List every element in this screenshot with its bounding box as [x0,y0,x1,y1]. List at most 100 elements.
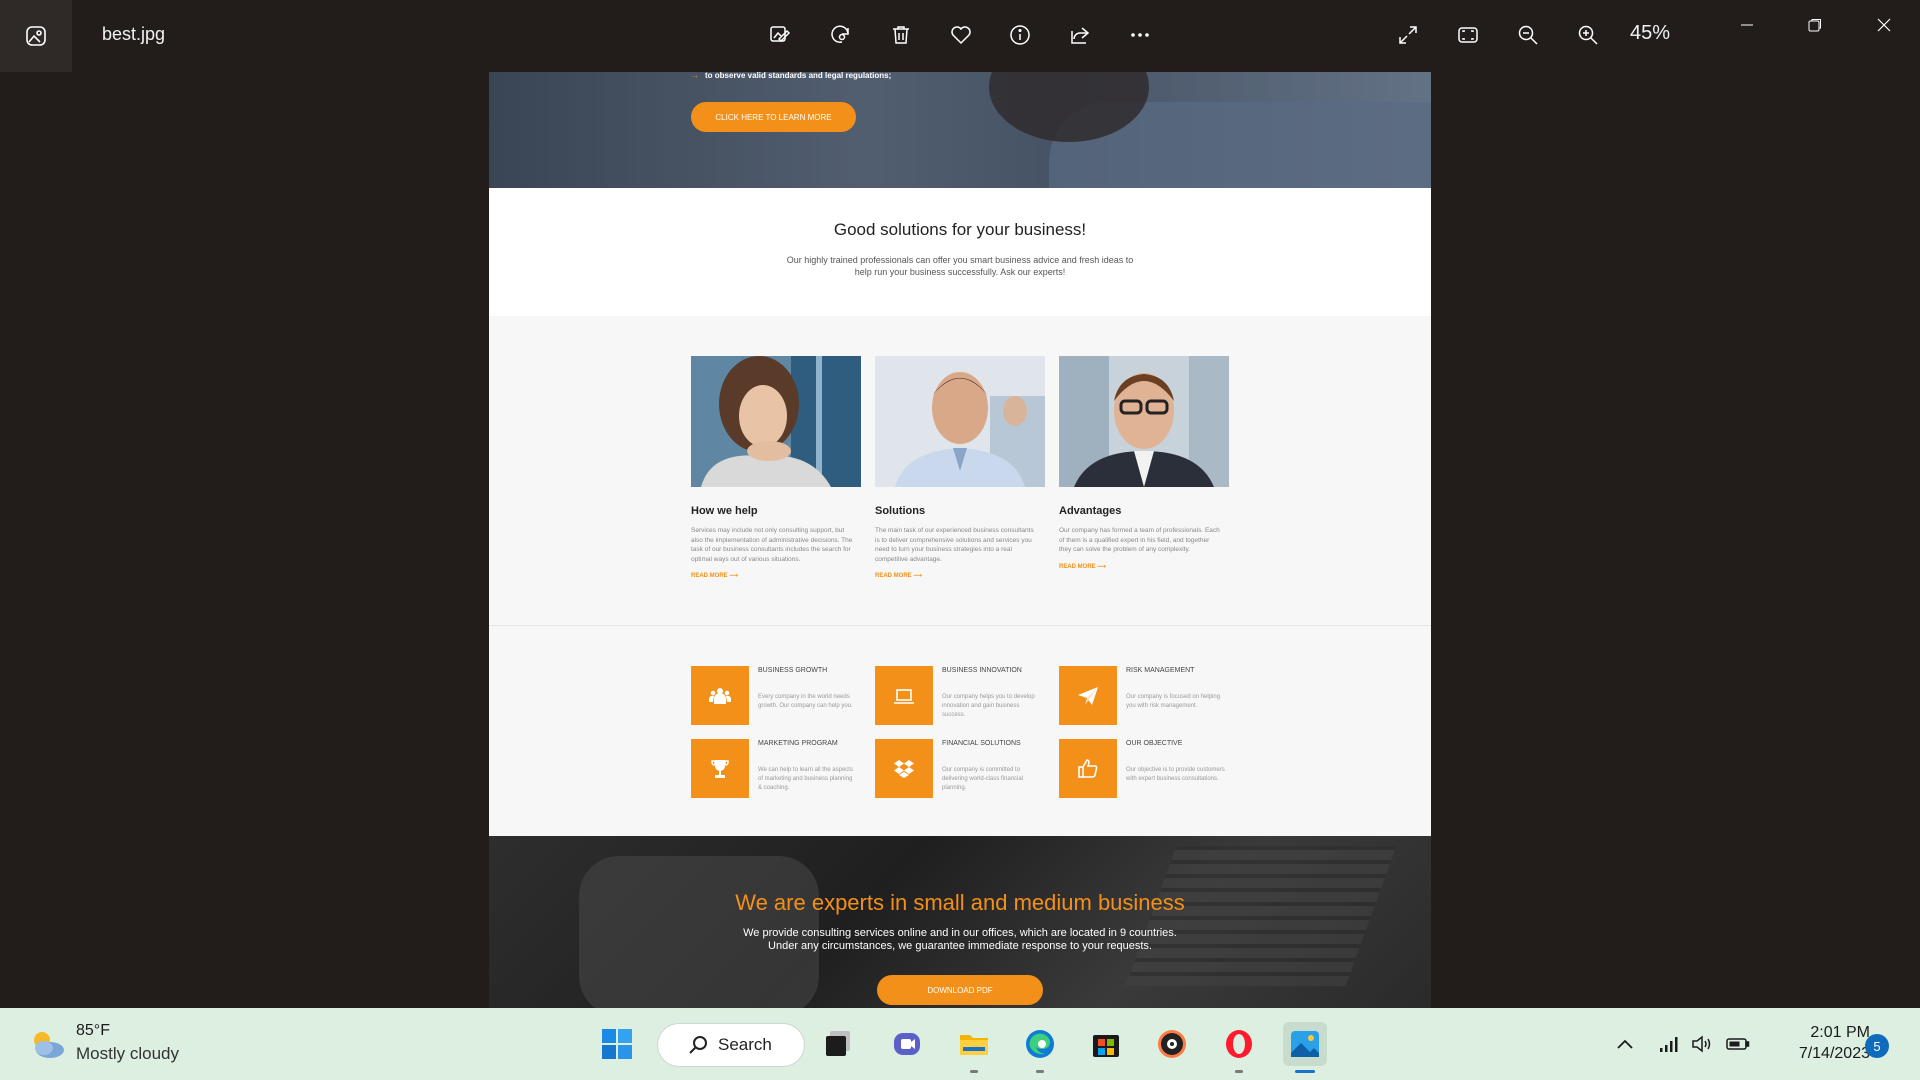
image-viewport[interactable]: → to observe valid standards and legal re… [0,72,1920,1008]
more-options-icon[interactable] [1122,17,1158,53]
solutions-section: Good solutions for your business! Our hi… [489,188,1431,316]
feature-marketing-program: MARKETING PROGRAM We can help to learn a… [691,739,861,799]
feature-text: We can help to learn all the aspects of … [758,767,853,791]
solutions-text: Our highly trained professionals can off… [786,255,1134,277]
full-screen-icon[interactable] [1390,17,1426,53]
battery-icon[interactable] [1724,1030,1752,1058]
man-glasses-photo [1059,356,1229,487]
file-name: best.jpg [102,24,166,44]
cards-section: How we help Services may include not onl… [489,316,1431,626]
weather-condition: Mostly cloudy [76,1044,179,1063]
feature-title: BUSINESS GROWTH [758,667,828,674]
card-text: Services may include not only consulting… [691,527,853,563]
minimize-icon[interactable] [1724,10,1770,40]
search-label: Search [718,1035,772,1054]
card-title: Solutions [875,505,926,517]
photos-app-taskbar-icon[interactable] [1283,1022,1327,1066]
feature-title: FINANCIAL SOLUTIONS [942,740,1021,747]
show-hidden-icons-chevron-up-icon[interactable] [1611,1030,1639,1058]
feature-financial-solutions: FINANCIAL SOLUTIONS Our company is commi… [875,739,1045,799]
feature-text: Our company is focused on helping you wi… [1126,694,1221,709]
feature-business-innovation: BUSINESS INNOVATION Our company helps yo… [875,666,1045,726]
feature-our-objective: OUR OBJECTIVE Our objective is to provid… [1059,739,1229,799]
feature-text: Our objective is to provide customers wi… [1126,767,1225,782]
close-icon[interactable] [1861,10,1907,40]
features-section: BUSINESS GROWTH Every company in the wor… [489,626,1431,836]
clock-date: 7/14/2023 [1798,1045,1870,1062]
card-title: Advantages [1059,505,1122,517]
running-indicator [1036,1070,1044,1073]
read-more-link: READ MORE ⟶ [1059,563,1106,570]
share-icon[interactable] [1062,17,1098,53]
opera-browser-icon[interactable] [1217,1022,1261,1066]
zoom-out-icon[interactable] [1510,17,1546,53]
card-how-we-help: How we help Services may include not onl… [691,356,861,579]
feature-title: RISK MANAGEMENT [1126,667,1195,674]
experts-banner: We are experts in small and medium busin… [489,836,1431,1008]
title-bar: best.jpg 45% [0,0,1920,72]
download-pdf-button: DOWNLOAD PDF [877,975,1043,1005]
experts-text: We provide consulting services online an… [743,927,1177,952]
card-solutions: Solutions The main task of our experienc… [875,356,1045,579]
info-icon[interactable] [1002,17,1038,53]
card-text: The main task of our experienced busines… [875,527,1034,563]
file-explorer-icon[interactable] [952,1022,996,1066]
taskbar: 85°F Mostly cloudy Search 2:01 PM 7/14/2… [0,1008,1920,1080]
arrow-icon: ⟶ [729,573,738,579]
photos-app-icon [0,0,72,72]
card-text: Our company has formed a team of profess… [1059,527,1220,553]
feature-title: BUSINESS INNOVATION [942,667,1022,674]
laptop-icon [894,688,914,704]
card-advantages: Advantages Our company has formed a team… [1059,356,1229,570]
hero-bullet: → to observe valid standards and legal re… [691,72,892,80]
trophy-icon [711,759,729,778]
taskbar-search[interactable]: Search [658,1024,804,1066]
feature-business-growth: BUSINESS GROWTH Every company in the wor… [691,666,861,726]
task-view-icon[interactable] [817,1022,861,1066]
running-indicator [970,1070,978,1073]
learn-more-button: CLICK HERE TO LEARN MORE [691,102,856,132]
feature-title: OUR OBJECTIVE [1126,740,1183,747]
feature-text: Our company helps you to develop innovat… [942,694,1035,718]
start-windows-icon[interactable] [595,1022,639,1066]
zoom-in-icon[interactable] [1570,17,1606,53]
network-signal-icon[interactable] [1655,1030,1683,1058]
feature-risk-management: RISK MANAGEMENT Our company is focused o… [1059,666,1229,726]
delete-icon[interactable] [883,17,919,53]
banner-photo-laptop [1125,846,1397,986]
paper-plane-icon [1078,686,1098,705]
notification-badge[interactable]: 5 [1865,1034,1889,1058]
arrow-icon: ⟶ [913,573,922,579]
edge-browser-icon[interactable] [1018,1022,1062,1066]
rotate-icon[interactable] [823,17,859,53]
teams-chat-icon[interactable] [885,1022,929,1066]
feature-text: Every company in the world needs growth.… [758,694,853,709]
arrow-icon: ⟶ [1097,563,1106,570]
search-icon [689,1036,707,1054]
system-clock[interactable]: 2:01 PM 7/14/2023 [1760,1022,1870,1064]
zoom-level[interactable]: 45% [1630,22,1670,45]
edit-image-icon[interactable] [762,17,798,53]
read-more-link: READ MORE ⟶ [691,573,738,579]
solutions-title: Good solutions for your business! [833,220,1087,239]
microsoft-store-icon[interactable] [1084,1022,1128,1066]
dropbox-icon [894,759,914,778]
feature-title: MARKETING PROGRAM [758,740,838,747]
active-app-indicator [1295,1070,1315,1073]
woman-photo [691,356,861,487]
restore-icon[interactable] [1792,10,1838,40]
read-more-link: READ MORE ⟶ [875,573,922,579]
volume-icon[interactable] [1688,1030,1716,1058]
thumbs-up-icon [1078,758,1098,778]
clock-time: 2:01 PM [1810,1024,1870,1041]
fit-to-window-icon[interactable] [1450,17,1486,53]
favorite-heart-icon[interactable] [943,17,979,53]
man-smiling-photo [875,356,1045,487]
card-title: How we help [691,505,758,517]
cloudy-weather-icon [34,1032,64,1058]
feature-text: Our company is committed to delivering w… [942,767,1024,791]
running-indicator [1235,1070,1243,1073]
weather-temperature: 85°F [76,1022,110,1039]
hero-banner: → to observe valid standards and legal re… [489,72,1431,188]
media-player-icon[interactable] [1150,1022,1194,1066]
